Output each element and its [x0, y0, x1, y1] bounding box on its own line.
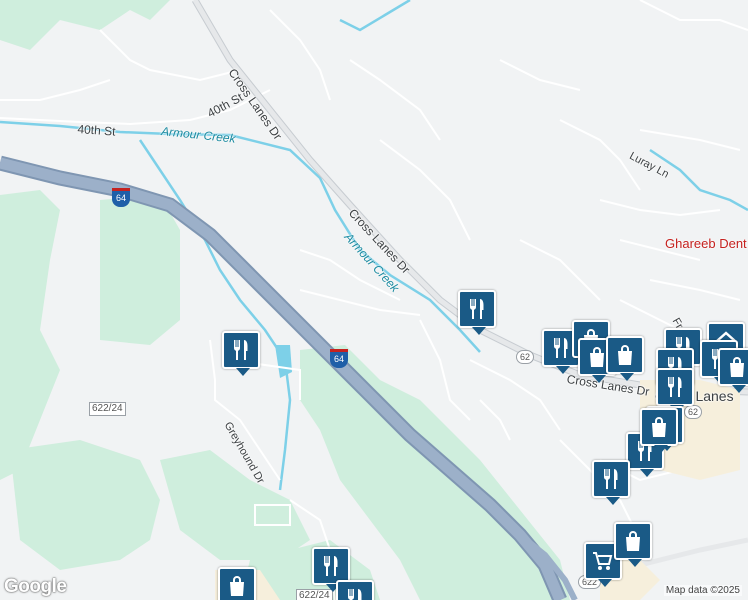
restaurant-icon: [668, 377, 682, 397]
cart-icon: [593, 552, 613, 570]
interstate-64-shield: 64: [330, 349, 348, 368]
map-canvas[interactable]: Cross Lanes Dr Cross Lanes Dr Cross Lane…: [0, 0, 748, 600]
restaurant-icon: [604, 469, 618, 489]
route-62-shield: 62: [684, 405, 703, 419]
poi-pin-restaurant[interactable]: [592, 460, 630, 505]
map-attribution[interactable]: Map data ©2025: [663, 585, 742, 596]
route-62-shield: 62: [516, 350, 535, 364]
restaurant-icon: [234, 340, 248, 360]
shopping-icon: [652, 417, 666, 437]
business-label-ghareeb[interactable]: Ghareeb Dent: [665, 236, 747, 251]
shopping-icon: [618, 345, 632, 365]
restaurant-icon: [324, 556, 338, 576]
interstate-64-shield: 64: [112, 188, 130, 207]
poi-pin-shopping[interactable]: [718, 348, 748, 393]
restaurant-icon: [348, 589, 362, 600]
restaurant-icon: [554, 338, 568, 358]
poi-pin-restaurant[interactable]: [656, 368, 694, 413]
road-label-40th-st: 40th St: [77, 122, 116, 139]
poi-pin-shopping[interactable]: [640, 408, 678, 453]
poi-pin-restaurant[interactable]: [222, 331, 260, 376]
restaurant-icon: [470, 299, 484, 319]
google-logo: Google: [4, 576, 67, 597]
shopping-icon: [230, 576, 244, 596]
shopping-icon: [626, 531, 640, 551]
pond: [275, 345, 292, 378]
poi-pin-shopping[interactable]: [218, 567, 256, 600]
poi-pin-shopping[interactable]: [606, 336, 644, 381]
shopping-icon: [730, 357, 744, 377]
poi-pin-shopping[interactable]: [614, 522, 652, 567]
poi-pin-restaurant[interactable]: [458, 290, 496, 335]
route-622-24-label: 622/24: [89, 402, 126, 416]
map-base-layer: [0, 0, 748, 600]
poi-pin-restaurant[interactable]: [336, 580, 374, 600]
